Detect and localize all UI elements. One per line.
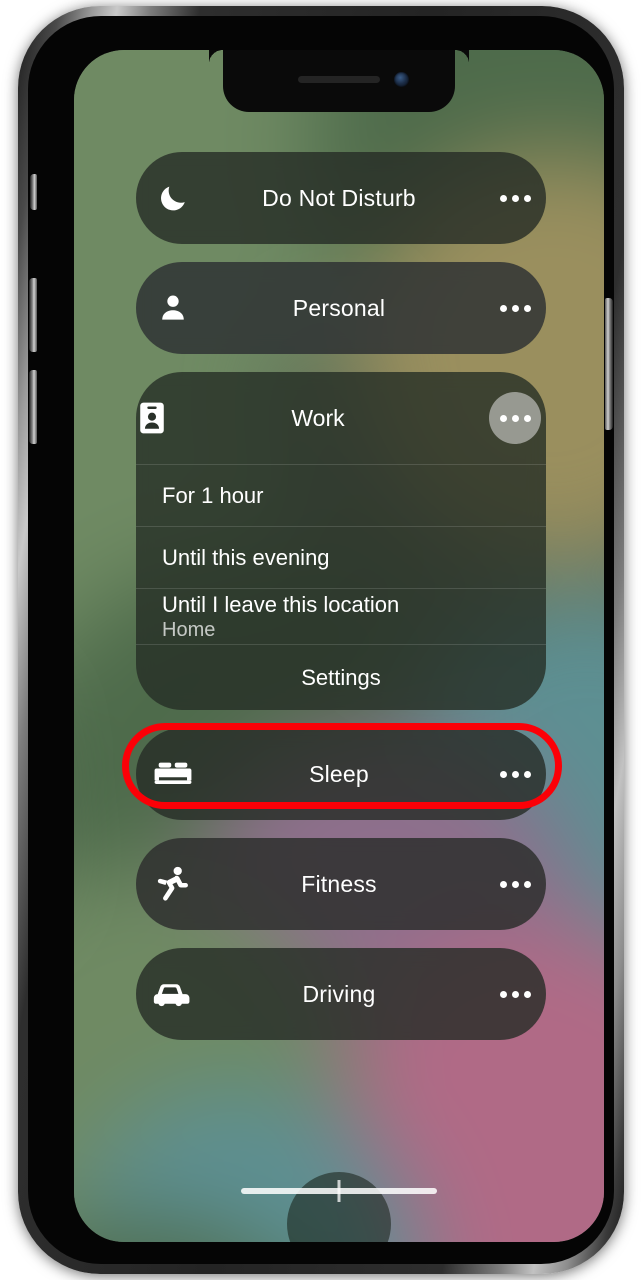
focus-mode-driving[interactable]: Driving	[136, 948, 546, 1040]
phone-screen: Do Not Disturb Personal Work For 1 hour …	[74, 50, 604, 1242]
mute-switch[interactable]	[30, 174, 37, 210]
menu-item-until-this-evening[interactable]: Until this evening	[136, 526, 546, 588]
focus-mode-work-card: Work For 1 hour Until this evening Until…	[136, 372, 546, 710]
more-options-button-do-not-disturb[interactable]	[484, 194, 546, 202]
focus-mode-label: Driving	[302, 980, 376, 1007]
home-indicator[interactable]	[241, 1188, 437, 1194]
focus-mode-fitness[interactable]: Fitness	[136, 838, 546, 930]
menu-item-sublabel: Home	[162, 618, 216, 641]
more-options-button-sleep[interactable]	[484, 770, 546, 778]
settings-button-label: Settings	[301, 664, 381, 690]
menu-item-label: Until I leave this location	[162, 591, 400, 617]
power-button[interactable]	[605, 298, 613, 430]
volume-up-button[interactable]	[29, 278, 37, 352]
earpiece-speaker	[298, 76, 380, 83]
focus-mode-sleep[interactable]: Sleep	[136, 728, 546, 820]
focus-mode-label: Do Not Disturb	[262, 184, 416, 211]
focus-modes-list: Do Not Disturb Personal Work For 1 hour …	[136, 152, 546, 1058]
more-options-button-fitness[interactable]	[484, 880, 546, 888]
front-camera	[394, 72, 409, 87]
volume-down-button[interactable]	[29, 370, 37, 444]
menu-item-label: Until this evening	[162, 544, 330, 570]
phone-device-frame: Do Not Disturb Personal Work For 1 hour …	[18, 6, 624, 1274]
focus-mode-work[interactable]: Work	[136, 372, 546, 464]
menu-item-label: For 1 hour	[162, 482, 264, 508]
focus-mode-label: Sleep	[309, 760, 369, 787]
focus-mode-label: Personal	[292, 294, 386, 321]
menu-item-for-1-hour[interactable]: For 1 hour	[136, 464, 546, 526]
focus-mode-personal[interactable]: Personal	[136, 262, 546, 354]
menu-item-until-i-leave-this-location[interactable]: Until I leave this location Home	[136, 588, 546, 644]
display-notch	[209, 50, 455, 112]
focus-mode-label: Fitness	[301, 870, 377, 897]
more-options-button-driving[interactable]	[484, 990, 546, 998]
focus-mode-label: Work	[291, 404, 345, 431]
settings-button[interactable]: Settings	[136, 644, 546, 710]
focus-mode-do-not-disturb[interactable]: Do Not Disturb	[136, 152, 546, 244]
more-options-button-personal[interactable]	[484, 304, 546, 312]
more-options-button-work[interactable]	[484, 392, 546, 444]
